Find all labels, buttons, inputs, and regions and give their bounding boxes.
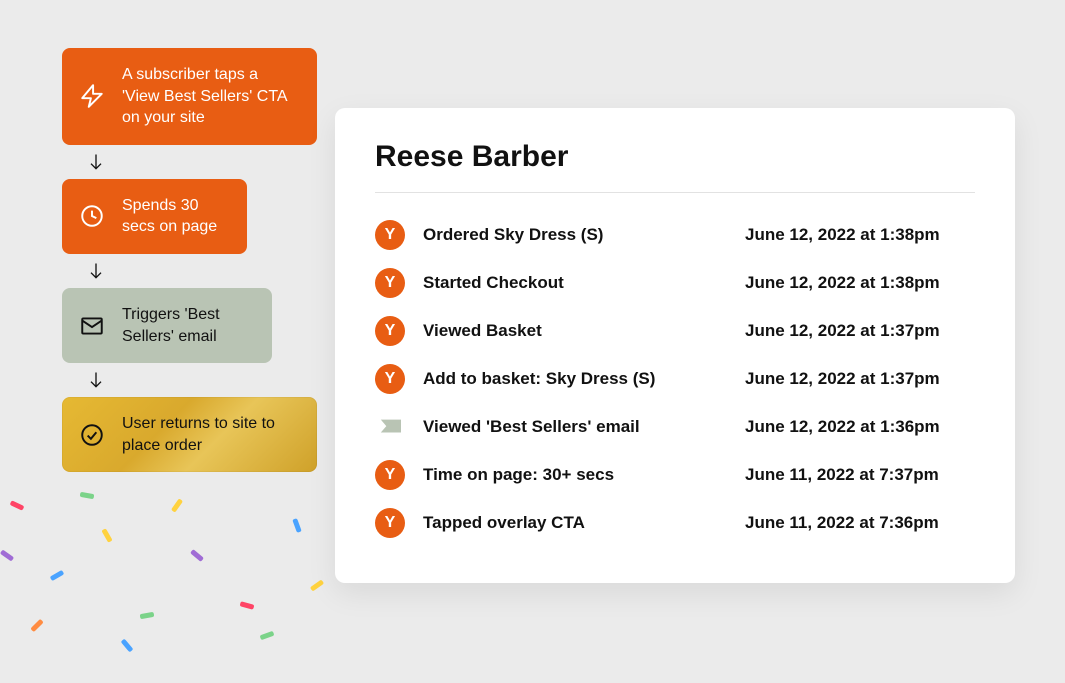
event-row: Y Add to basket: Sky Dress (S) June 12, … — [375, 355, 975, 403]
event-row: Y Tapped overlay CTA June 11, 2022 at 7:… — [375, 499, 975, 547]
clock-icon — [78, 202, 106, 230]
source-y-icon: Y — [375, 316, 405, 346]
source-y-icon: Y — [375, 508, 405, 538]
event-label: Viewed Basket — [423, 321, 727, 341]
confetti-decoration — [0, 463, 340, 663]
source-y-icon: Y — [375, 220, 405, 250]
check-circle-icon — [78, 421, 106, 449]
arrow-down-icon — [82, 145, 110, 179]
event-label: Ordered Sky Dress (S) — [423, 225, 727, 245]
flow-step-text: User returns to site to place order — [122, 413, 297, 456]
event-label: Time on page: 30+ secs — [423, 465, 727, 485]
source-y-icon: Y — [375, 364, 405, 394]
source-y-icon: Y — [375, 460, 405, 490]
event-row: Y Time on page: 30+ secs June 11, 2022 a… — [375, 451, 975, 499]
panel-title: Reese Barber — [375, 140, 975, 193]
flag-icon — [375, 412, 405, 442]
arrow-down-icon — [82, 254, 110, 288]
mail-icon — [78, 312, 106, 340]
event-row: Y Started Checkout June 12, 2022 at 1:38… — [375, 259, 975, 307]
flow-step-subscriber-taps-cta: A subscriber taps a 'View Best Sellers' … — [62, 48, 317, 145]
event-label: Add to basket: Sky Dress (S) — [423, 369, 727, 389]
event-time: June 12, 2022 at 1:38pm — [745, 225, 975, 245]
flow-step-text: Spends 30 secs on page — [122, 195, 227, 238]
source-y-icon: Y — [375, 268, 405, 298]
event-time: June 11, 2022 at 7:37pm — [745, 465, 975, 485]
event-time: June 12, 2022 at 1:38pm — [745, 273, 975, 293]
event-row: Y Viewed Basket June 12, 2022 at 1:37pm — [375, 307, 975, 355]
flow-step-triggers-email: Triggers 'Best Sellers' email — [62, 288, 272, 363]
flow-step-text: Triggers 'Best Sellers' email — [122, 304, 252, 347]
event-label: Viewed 'Best Sellers' email — [423, 417, 727, 437]
event-row: Viewed 'Best Sellers' email June 12, 202… — [375, 403, 975, 451]
event-time: June 12, 2022 at 1:37pm — [745, 321, 975, 341]
flow-step-time-on-page: Spends 30 secs on page — [62, 179, 247, 254]
event-row: Y Ordered Sky Dress (S) June 12, 2022 at… — [375, 211, 975, 259]
arrow-down-icon — [82, 363, 110, 397]
flow-step-text: A subscriber taps a 'View Best Sellers' … — [122, 64, 297, 129]
event-time: June 12, 2022 at 1:36pm — [745, 417, 975, 437]
event-label: Started Checkout — [423, 273, 727, 293]
activity-panel: Reese Barber Y Ordered Sky Dress (S) Jun… — [335, 108, 1015, 583]
lightning-icon — [78, 82, 106, 110]
event-label: Tapped overlay CTA — [423, 513, 727, 533]
flow-step-user-returns: User returns to site to place order — [62, 397, 317, 472]
event-time: June 12, 2022 at 1:37pm — [745, 369, 975, 389]
flow-column: A subscriber taps a 'View Best Sellers' … — [62, 48, 322, 472]
event-time: June 11, 2022 at 7:36pm — [745, 513, 975, 533]
